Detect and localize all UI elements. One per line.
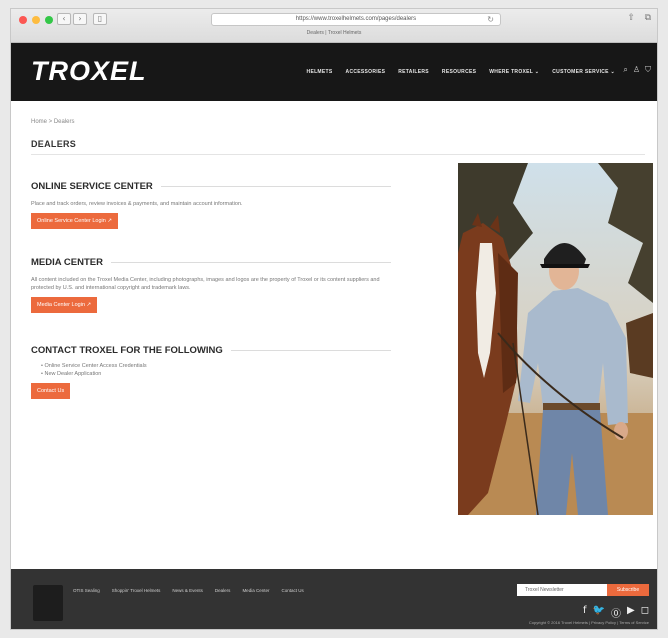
copyright-text: Copyright © 2016 Troxel Helmets | Privac… (528, 620, 649, 625)
section-title: CONTACT TROXEL FOR THE FOLLOWING (31, 345, 223, 356)
browser-window: ‹ › ▯ https://www.troxelhelmets.com/page… (10, 8, 658, 630)
section-header: ONLINE SERVICE CENTER (31, 181, 391, 192)
footer-link[interactable]: OTIS Sealing (73, 588, 100, 593)
media-center-login-button[interactable]: Media Center Login ↗ (31, 297, 98, 313)
instagram-icon[interactable]: ◻ (641, 605, 649, 620)
url-text: https://www.troxelhelmets.com/pages/deal… (295, 16, 417, 22)
footer-link[interactable]: Dealers (215, 588, 231, 593)
page-title: DEALERS (31, 139, 77, 149)
footer-link[interactable]: Media Center (242, 588, 269, 593)
browser-toolbar: ‹ › ▯ https://www.troxelhelmets.com/page… (11, 9, 657, 43)
contact-us-button[interactable]: Contact Us (31, 383, 71, 399)
section-title: MEDIA CENTER (31, 257, 103, 268)
section-divider (230, 350, 391, 351)
section-divider (110, 262, 391, 263)
facebook-icon[interactable]: f (583, 605, 587, 620)
twitter-icon[interactable]: 🐦 (593, 605, 605, 620)
sidebar-toggle-icon[interactable]: ▯ (93, 13, 107, 25)
subscribe-button[interactable]: Subscribe (607, 584, 649, 596)
nav-item-where-troxel[interactable]: WHERE TROXEL ⌄ (489, 69, 539, 75)
back-button[interactable]: ‹ (57, 13, 71, 25)
youtube-icon[interactable]: ▶ (627, 605, 635, 620)
breadcrumb[interactable]: Home > Dealers (31, 119, 75, 125)
footer-link[interactable]: News & Events (172, 588, 203, 593)
footer-link[interactable]: Contact Us (281, 588, 303, 593)
minimize-window-button[interactable] (32, 16, 40, 24)
nav-item-helmets[interactable]: HELMETS (307, 69, 333, 75)
reload-icon[interactable]: ↻ (487, 14, 494, 25)
section-text: Place and track orders, review invoices … (31, 201, 243, 207)
forward-button[interactable]: › (73, 13, 87, 25)
contact-section: CONTACT TROXEL FOR THE FOLLOWING Online … (31, 345, 391, 399)
title-divider (31, 154, 645, 155)
rider-with-horse-photo (458, 163, 653, 515)
section-text: All content included on the Troxel Media… (31, 277, 380, 291)
tabs-icon[interactable]: ⧉ (645, 13, 651, 23)
rider-photo-image (458, 163, 653, 515)
nav-item-customer-service[interactable]: CUSTOMER SERVICE ⌄ (552, 69, 615, 75)
site-footer: OTIS Sealing Shoppin' Troxel Helmets New… (11, 569, 657, 629)
nav-item-accessories[interactable]: ACCESSORIES (346, 69, 386, 75)
section-header: MEDIA CENTER (31, 257, 391, 268)
online-service-center-section: ONLINE SERVICE CENTER Place and track or… (31, 181, 391, 229)
window-controls (19, 16, 53, 24)
list-item: Online Service Center Access Credentials (41, 362, 391, 370)
search-icon[interactable]: ⌕ (623, 65, 627, 75)
address-bar[interactable]: https://www.troxelhelmets.com/pages/deal… (211, 13, 501, 26)
online-service-center-login-button[interactable]: Online Service Center Login ↗ (31, 213, 118, 229)
nav-item-resources[interactable]: RESOURCES (442, 69, 476, 75)
social-links: f 🐦 ⓪ ▶ ◻ (583, 605, 649, 620)
tab-title[interactable]: Dealers | Troxel Helmets (11, 30, 657, 36)
footer-link[interactable]: Shoppin' Troxel Helmets (112, 588, 161, 593)
footer-nav: OTIS Sealing Shoppin' Troxel Helmets New… (73, 588, 304, 593)
nav-item-retailers[interactable]: RETAILERS (398, 69, 429, 75)
share-icon[interactable]: ⇧ (627, 13, 635, 23)
zoom-window-button[interactable] (45, 16, 53, 24)
section-title: ONLINE SERVICE CENTER (31, 181, 153, 192)
site-header: TROXEL HELMETS ACCESSORIES RETAILERS RES… (11, 43, 657, 101)
cart-icon[interactable]: ⛉ (645, 65, 651, 75)
media-center-section: MEDIA CENTER All content included on the… (31, 257, 391, 313)
pinterest-icon[interactable]: ⓪ (611, 605, 621, 620)
main-nav: HELMETS ACCESSORIES RETAILERS RESOURCES … (307, 69, 615, 75)
section-header: CONTACT TROXEL FOR THE FOLLOWING (31, 345, 391, 356)
header-icons: ⌕ ♙ ⛉ (623, 65, 651, 75)
list-item: New Dealer Application (41, 370, 391, 378)
newsletter-email-input[interactable]: Troxel Newsletter (517, 584, 607, 596)
close-window-button[interactable] (19, 16, 27, 24)
account-icon[interactable]: ♙ (633, 65, 640, 75)
section-divider (160, 186, 391, 187)
contact-list: Online Service Center Access Credentials… (41, 362, 391, 378)
troxel-logo[interactable]: TROXEL (31, 56, 147, 87)
footer-logo-icon[interactable] (33, 585, 63, 621)
main-content: Home > Dealers DEALERS ONLINE SERVICE CE… (11, 101, 657, 571)
